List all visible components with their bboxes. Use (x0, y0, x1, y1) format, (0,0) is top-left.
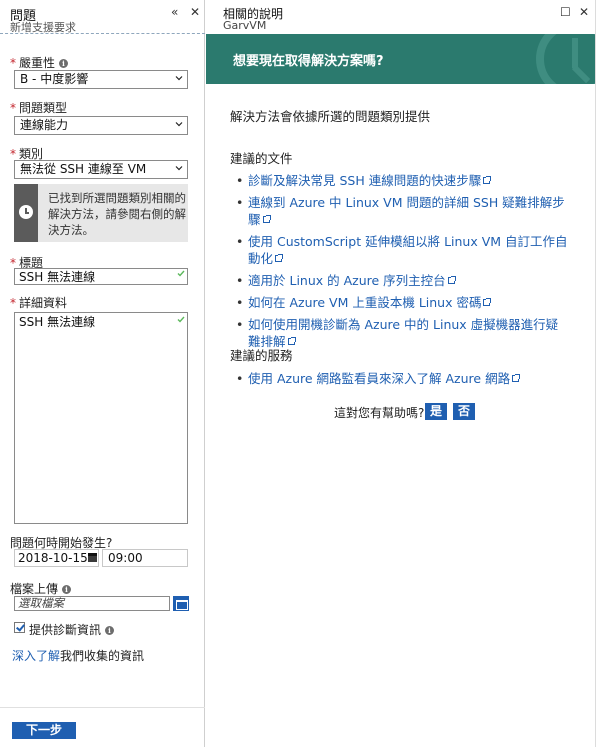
external-link-icon (447, 276, 456, 284)
chevron-down-icon (175, 76, 183, 81)
service-link[interactable]: 使用 Azure 網路監看員來深入了解 Azure 網路 (236, 370, 568, 387)
close-icon[interactable]: ✕ (190, 6, 200, 18)
doc-link[interactable]: 連線到 Azure 中 Linux VM 問題的詳細 SSH 疑難排解步驟 (236, 194, 568, 228)
intro-text: 解決方法會依據所選的問題類別提供 (230, 109, 431, 124)
support-request-blade: 問題 新增支援要求 « ✕ * 嚴重性 i B - 中度影響 * 問題類型 連線能力 … (0, 0, 205, 747)
diagnostics-label: 提供診斷資訊 i (29, 621, 115, 638)
doc-link[interactable]: 診斷及解決常見 SSH 連線問題的快速步驟 (236, 172, 568, 189)
feedback-no-button[interactable]: 否 (453, 403, 476, 420)
folder-browse-icon[interactable] (173, 596, 189, 611)
blade-subtitle: GarvVM (223, 19, 267, 32)
file-upload-label: 檔案上傳 i (10, 580, 72, 597)
chevron-down-icon (175, 166, 183, 171)
divider (0, 707, 205, 708)
maximize-icon[interactable]: ☐ (560, 6, 571, 18)
clock-icon (536, 34, 596, 84)
services-heading: 建議的服務 (230, 348, 293, 363)
doc-link[interactable]: 使用 CustomScript 延伸模組以將 Linux VM 自訂工作自動化 (236, 233, 568, 267)
docs-list: 診斷及解決常見 SSH 連線問題的快速步驟 連線到 Azure 中 Linux … (236, 172, 568, 355)
external-link-icon (262, 215, 271, 223)
blade-subtitle: 新增支援要求 (10, 21, 76, 34)
external-link-icon (483, 176, 492, 184)
problem-type-label: * 問題類型 (10, 101, 68, 115)
title-input[interactable]: SSH 無法連線 (14, 268, 188, 285)
file-input[interactable]: 選取檔案 (14, 596, 170, 611)
solution-banner: 想要現在取得解決方案嗎? (206, 34, 596, 84)
feedback-question: 這對您有幫助嗎? (334, 406, 425, 420)
check-icon (177, 316, 185, 323)
blade-header: 問題 新增支援要求 « ✕ (0, 0, 205, 34)
details-label: * 詳細資料 (10, 296, 68, 310)
external-link-icon (287, 337, 296, 345)
severity-dropdown[interactable]: B - 中度影響 (14, 70, 188, 89)
services-list: 使用 Azure 網路監看員來深入了解 Azure 網路 (236, 370, 568, 392)
docs-heading: 建議的文件 (230, 151, 293, 166)
feedback-yes-button[interactable]: 是 (425, 403, 448, 420)
severity-label: * 嚴重性 i (10, 54, 69, 71)
doc-link[interactable]: 如何在 Azure VM 上重設本機 Linux 密碼 (236, 294, 568, 311)
learn-more-link[interactable]: 深入了解 (12, 649, 60, 663)
time-input[interactable]: 09:00 (102, 549, 188, 567)
doc-link[interactable]: 適用於 Linux 的 Azure 序列主控台 (236, 272, 568, 289)
related-help-blade: 相關的說明 GarvVM ☐ ✕ 想要現在取得解決方案嗎? 解決方法會依據所選的… (206, 0, 596, 747)
close-icon[interactable]: ✕ (579, 6, 589, 18)
collapse-icon[interactable]: « (171, 6, 178, 18)
calendar-icon[interactable] (88, 553, 97, 562)
clock-icon (19, 205, 33, 219)
solution-notice: 已找到所選問題類別相關的解決方法，請參閱右側的解決方法。 (14, 184, 188, 242)
category-dropdown[interactable]: 無法從 SSH 連線至 VM (14, 160, 188, 179)
notice-text: 已找到所選問題類別相關的解決方法，請參閱右側的解決方法。 (48, 191, 186, 237)
details-textarea[interactable]: SSH 無法連線 (14, 312, 188, 524)
external-link-icon (483, 298, 492, 306)
external-link-icon (275, 254, 284, 262)
banner-text: 想要現在取得解決方案嗎? (233, 54, 384, 69)
chevron-down-icon (175, 122, 183, 127)
next-button[interactable]: 下一步 (12, 722, 76, 739)
info-icon[interactable]: i (59, 59, 69, 68)
problem-type-dropdown[interactable]: 連線能力 (14, 116, 188, 135)
check-icon (177, 270, 185, 277)
learn-more-line: 深入了解我們收集的資訊 (12, 649, 145, 663)
date-input[interactable]: 2018-10-15 (14, 549, 99, 567)
info-icon[interactable]: i (62, 585, 72, 594)
info-icon[interactable]: i (105, 626, 115, 635)
external-link-icon (512, 374, 521, 382)
diagnostics-checkbox[interactable] (14, 622, 25, 633)
